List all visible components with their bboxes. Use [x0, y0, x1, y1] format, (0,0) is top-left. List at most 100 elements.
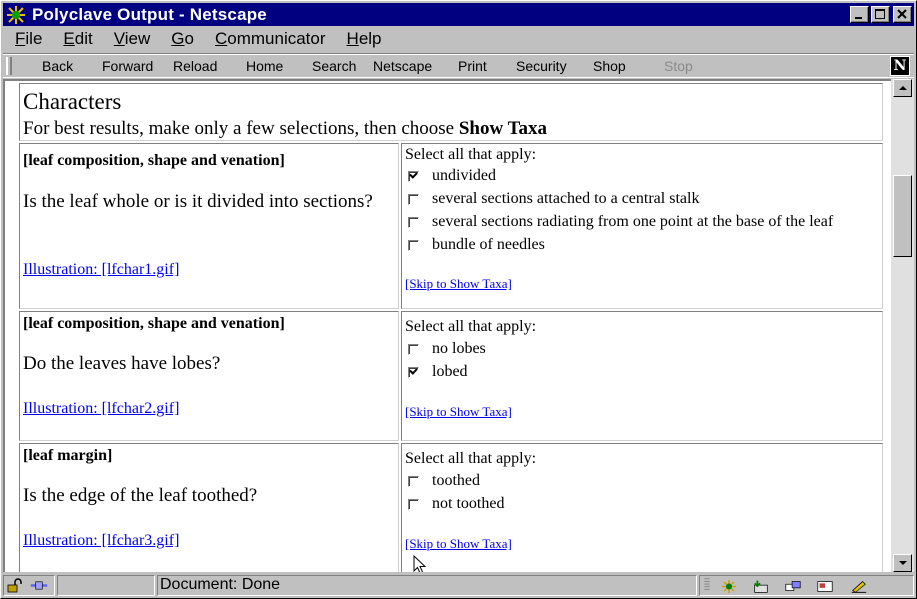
close-icon: [897, 9, 907, 19]
illustration-link[interactable]: Illustration: [lfchar3.gif]: [23, 532, 179, 550]
scroll-up-button[interactable]: [893, 79, 912, 97]
option-label: lobed: [432, 363, 468, 380]
search-button[interactable]: Search: [312, 58, 356, 74]
minimize-icon: [855, 17, 862, 19]
composer-icon[interactable]: [816, 579, 834, 594]
option-toothed[interactable]: toothed: [408, 472, 480, 490]
answer-cell-2: Select all that apply: no lobes lobed [S…: [401, 311, 883, 441]
menu-communicator-label: ommunicator: [227, 29, 326, 48]
question-cell-1: [leaf composition, shape and venation] I…: [19, 143, 399, 309]
answer-cell-1: Select all that apply: undivided several…: [401, 143, 883, 309]
option-label: several sections attached to a central s…: [432, 190, 700, 207]
option-no-lobes[interactable]: no lobes: [408, 340, 486, 358]
question-category: [leaf composition, shape and venation]: [23, 315, 285, 332]
menu-view[interactable]: View: [102, 27, 160, 51]
option-central-stalk[interactable]: several sections attached to a central s…: [408, 190, 699, 208]
illustration-link[interactable]: Illustration: [lfchar2.gif]: [23, 400, 179, 418]
close-button[interactable]: [893, 6, 912, 23]
checkbox[interactable]: [408, 498, 419, 510]
edit-pencil-icon[interactable]: [850, 579, 868, 594]
question-cell-2: [leaf composition, shape and venation] D…: [19, 311, 399, 441]
netscape-app-icon[interactable]: [6, 5, 26, 25]
checkbox-checked[interactable]: [408, 366, 419, 378]
mouse-pointer-icon: [413, 555, 427, 572]
illustration-link[interactable]: Illustration: [lfchar1.gif]: [23, 261, 179, 279]
maximize-button[interactable]: [871, 6, 890, 23]
option-lobed[interactable]: lobed: [408, 363, 468, 381]
home-button[interactable]: Home: [246, 58, 283, 74]
menu-view-mnemonic: V: [113, 29, 125, 48]
page-heading: Characters: [23, 89, 122, 114]
toolbar-grip-handle[interactable]: [6, 57, 12, 75]
option-radiating[interactable]: several sections radiating from one poin…: [408, 213, 833, 231]
back-button[interactable]: Back: [42, 58, 73, 74]
checkbox[interactable]: [408, 475, 419, 487]
forward-button[interactable]: Forward: [102, 58, 153, 74]
status-bar: Document: Done: [3, 575, 914, 597]
page-instruction: For best results, make only a few select…: [23, 118, 547, 140]
menu-file-mnemonic: F: [15, 29, 26, 48]
progress-box: [57, 575, 155, 596]
menu-bar: File Edit View Go Communicator Help: [3, 27, 391, 51]
option-label: bundle of needles: [432, 236, 545, 253]
title-bar[interactable]: Polyclave Output - Netscape: [3, 3, 914, 26]
option-undivided[interactable]: undivided: [408, 167, 496, 185]
checkbox[interactable]: [408, 239, 419, 251]
shop-button[interactable]: Shop: [593, 58, 626, 74]
skip-to-show-taxa-link[interactable]: [Skip to Show Taxa]: [405, 404, 512, 420]
navigation-toolbar: Back Forward Reload Home Search Netscape…: [3, 53, 914, 78]
menu-go[interactable]: Go: [159, 27, 203, 51]
scroll-thumb[interactable]: [893, 175, 912, 257]
skip-to-show-taxa-link[interactable]: [Skip to Show Taxa]: [405, 276, 512, 292]
option-label: not toothed: [432, 495, 505, 512]
question-text: Do the leaves have lobes?: [23, 353, 221, 374]
select-label: Select all that apply:: [405, 318, 537, 335]
checkbox[interactable]: [408, 343, 419, 355]
option-not-toothed[interactable]: not toothed: [408, 495, 504, 513]
browser-window: Polyclave Output - Netscape File Edit Vi…: [0, 0, 917, 599]
print-button[interactable]: Print: [458, 58, 487, 74]
skip-to-show-taxa-link[interactable]: [Skip to Show Taxa]: [405, 536, 512, 552]
select-label: Select all that apply:: [405, 146, 537, 163]
menu-communicator-mnemonic: C: [214, 29, 228, 48]
component-bar-grip-icon[interactable]: [703, 577, 711, 592]
vertical-scrollbar[interactable]: [891, 79, 914, 572]
scroll-down-button[interactable]: [893, 554, 912, 572]
option-needles[interactable]: bundle of needles: [408, 236, 545, 254]
menu-view-label: iew: [124, 29, 151, 48]
arrow-up-icon: [899, 86, 907, 90]
padlock-open-icon: [7, 578, 22, 593]
reload-button[interactable]: Reload: [173, 58, 217, 74]
netscape-button[interactable]: Netscape: [373, 58, 432, 74]
instruction-bold: Show Taxa: [458, 118, 548, 139]
option-label: no lobes: [432, 340, 486, 357]
checkbox[interactable]: [408, 216, 419, 228]
discussion-groups-icon[interactable]: [784, 579, 802, 594]
menu-edit-mnemonic: E: [63, 29, 75, 48]
menu-communicator[interactable]: Communicator: [203, 27, 335, 51]
question-category: [leaf composition, shape and venation]: [23, 152, 285, 169]
arrow-down-icon: [899, 561, 907, 565]
minimize-button[interactable]: [850, 6, 869, 23]
menu-go-label: o: [184, 29, 194, 48]
menu-go-mnemonic: G: [171, 29, 185, 48]
question-category: [leaf margin]: [23, 447, 113, 464]
answer-cell-3: Select all that apply: toothed not tooth…: [401, 443, 883, 572]
menu-edit[interactable]: Edit: [51, 27, 101, 51]
checkbox[interactable]: [408, 193, 419, 205]
option-label: several sections radiating from one poin…: [432, 213, 834, 230]
maximize-icon: [875, 9, 885, 19]
menu-help[interactable]: Help: [335, 27, 391, 51]
checkbox-checked[interactable]: [408, 170, 419, 182]
select-label: Select all that apply:: [405, 450, 537, 467]
connection-plug-icon: [30, 581, 48, 590]
menu-file[interactable]: File: [3, 27, 51, 51]
security-button[interactable]: Security: [516, 58, 567, 74]
instruction-text: For best results, make only a few select…: [23, 118, 459, 139]
option-label: undivided: [432, 167, 496, 184]
navigator-icon[interactable]: [720, 579, 738, 594]
netscape-logo-icon[interactable]: N: [890, 56, 910, 76]
security-status-box[interactable]: [3, 575, 55, 596]
component-bar: [699, 575, 914, 596]
mailbox-icon[interactable]: [752, 579, 770, 594]
